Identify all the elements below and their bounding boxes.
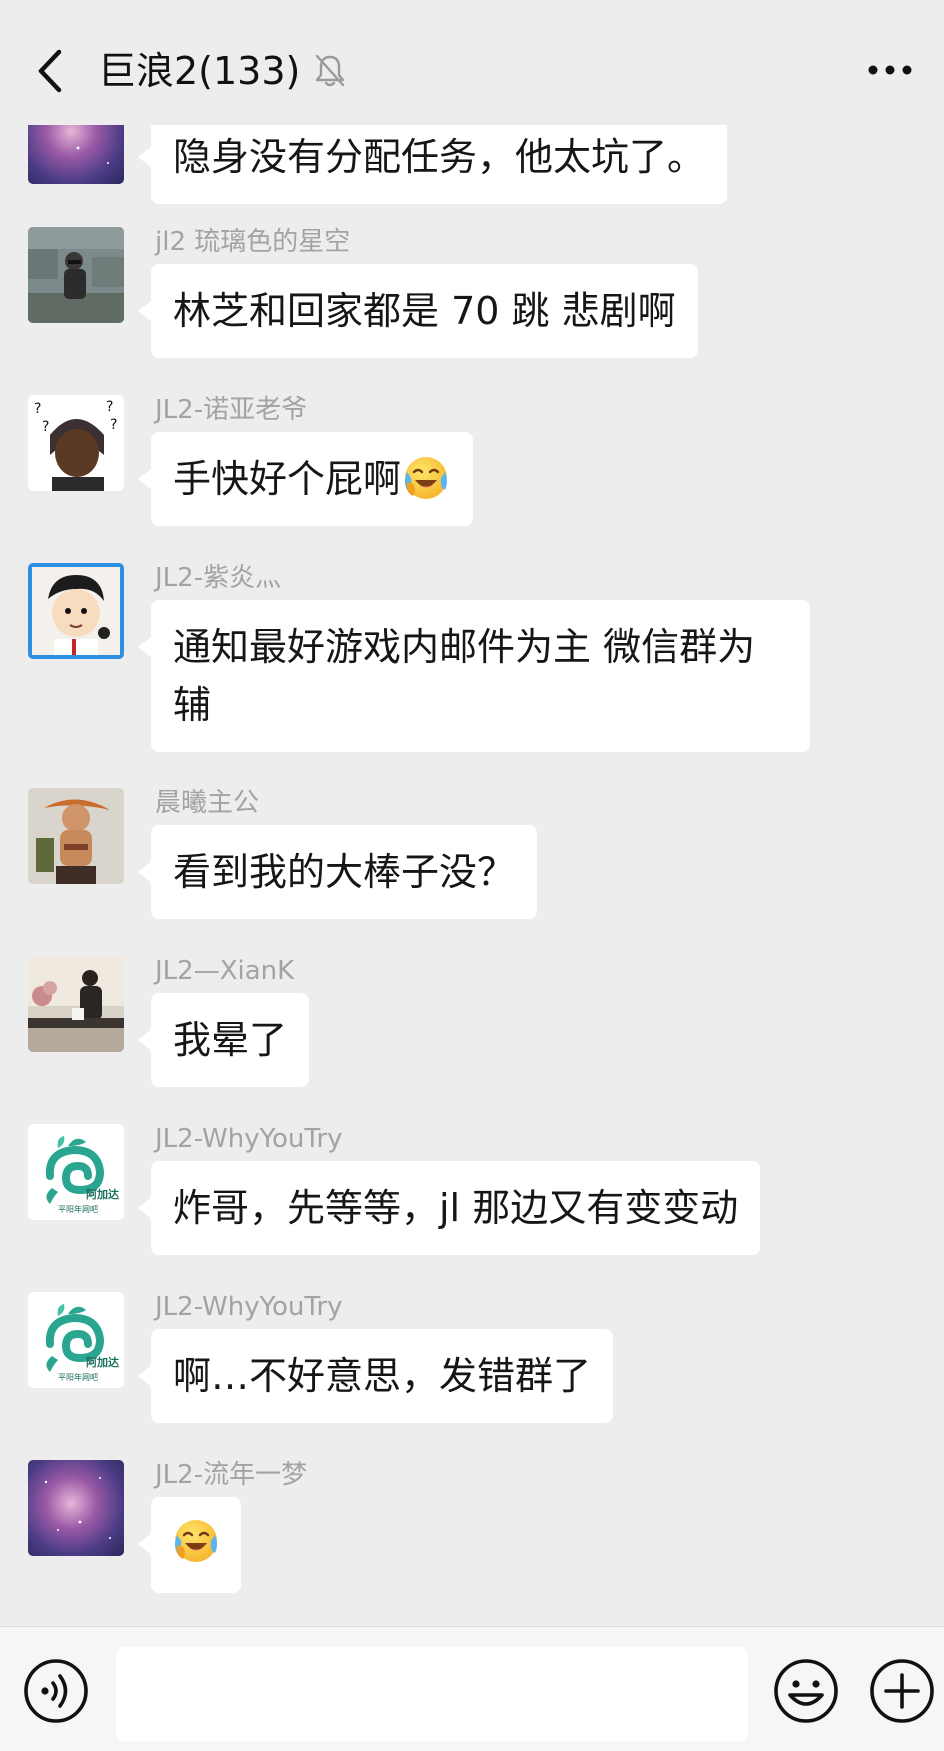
avatar[interactable]: [28, 956, 124, 1052]
sender-name: JL2-紫炎灬: [155, 563, 282, 593]
plus-circle-icon[interactable]: [868, 1657, 936, 1725]
message-text-line-1: 通知最好游戏内邮件为主 微信群为: [173, 625, 756, 669]
message-bubble[interactable]: 林芝和回家都是 70 跳 悲剧啊: [138, 264, 698, 358]
message-text: 我晕了: [173, 1018, 288, 1062]
question-marks-man-avatar: ? ? ? ?: [28, 395, 124, 491]
logo-subtext: 平阳年网吧: [58, 1204, 98, 1214]
message-input[interactable]: [116, 1647, 748, 1741]
avatar[interactable]: [28, 227, 124, 323]
message-list[interactable]: 隐身没有分配任务，他太坑了。 jl2 琉璃色的星空 林芝和回家都是 70 跳 悲…: [0, 125, 944, 1626]
logo-text: 阿加达: [86, 1187, 119, 1201]
avatar[interactable]: ? ? ? ?: [28, 395, 124, 491]
logo-subtext: 平阳年网吧: [58, 1372, 98, 1382]
message-bubble[interactable]: 隐身没有分配任务，他太坑了。: [137, 125, 728, 204]
avatar[interactable]: [28, 788, 124, 884]
face-with-tears-of-joy-icon: [171, 1515, 221, 1565]
sender-name: jl2 琉璃色的星空: [155, 227, 351, 257]
man-at-table-avatar: [28, 956, 124, 1052]
face-with-tears-of-joy-icon: [401, 452, 451, 502]
avatar[interactable]: 阿加达 平阳年网吧: [28, 1292, 124, 1388]
svg-text:?: ?: [34, 401, 41, 417]
svg-text:?: ?: [42, 419, 49, 435]
chat-header: 巨浪2(133): [0, 0, 944, 125]
svg-text:?: ?: [106, 399, 113, 415]
chat-title: 巨浪2(133): [98, 49, 301, 93]
sender-name: JL2-WhyYouTry: [155, 1124, 343, 1154]
sender-name: JL2-流年一梦: [155, 1460, 308, 1490]
message-bubble[interactable]: 手快好个屁啊: [137, 432, 474, 526]
avatar[interactable]: [28, 125, 124, 184]
more-button[interactable]: [860, 48, 920, 92]
sender-name: JL2-WhyYouTry: [155, 1292, 343, 1322]
message-text: 炸哥，先等等，jl 那边又有变变动: [173, 1186, 739, 1230]
bell-off-icon: [315, 54, 345, 87]
emoji-icon[interactable]: [772, 1657, 840, 1725]
message-bubble[interactable]: 啊…不好意思，发错群了: [137, 1329, 614, 1423]
message-text: 看到我的大棒子没？: [173, 850, 516, 894]
galaxy-avatar: [28, 1460, 124, 1556]
message-text: 手快好个屁啊: [173, 457, 402, 501]
message-bubble[interactable]: 我晕了: [137, 993, 310, 1087]
green-logo-avatar: 阿加达 平阳年网吧: [28, 1292, 124, 1388]
message-text: 隐身没有分配任务，他太坑了。: [173, 135, 706, 179]
chevron-left-icon: [38, 49, 62, 93]
logo-text: 阿加达: [86, 1355, 119, 1369]
galaxy-avatar: [28, 125, 124, 184]
stone-wall-person-avatar: [28, 227, 124, 323]
avatar[interactable]: [28, 563, 124, 659]
input-bar: [0, 1626, 944, 1751]
message-text: 啊…不好意思，发错群了: [173, 1354, 592, 1398]
pirate-figure-avatar: [28, 788, 124, 884]
message-text: 林芝和回家都是 70 跳 悲剧啊: [173, 289, 676, 333]
message-text-line-2: 辅: [173, 683, 212, 727]
message-bubble[interactable]: 通知最好游戏内邮件为主 微信群为 辅: [138, 600, 810, 752]
message-bubble[interactable]: [138, 1497, 241, 1593]
message-bubble[interactable]: 看到我的大棒子没？: [137, 825, 538, 919]
sender-name: 晨曦主公: [155, 788, 260, 818]
more-horizontal-icon: [868, 65, 912, 75]
back-button[interactable]: [22, 40, 78, 102]
sender-name: JL2—XianK: [155, 956, 295, 986]
avatar[interactable]: 阿加达 平阳年网吧: [28, 1124, 124, 1220]
message-bubble[interactable]: 炸哥，先等等，jl 那边又有变变动: [137, 1161, 761, 1255]
sender-name: JL2-诺亚老爷: [155, 395, 308, 425]
cartoon-boy-avatar: [28, 563, 124, 659]
svg-text:?: ?: [110, 417, 117, 433]
voice-icon[interactable]: [22, 1657, 90, 1725]
green-logo-avatar: 阿加达 平阳年网吧: [28, 1124, 124, 1220]
avatar[interactable]: [28, 1460, 124, 1556]
